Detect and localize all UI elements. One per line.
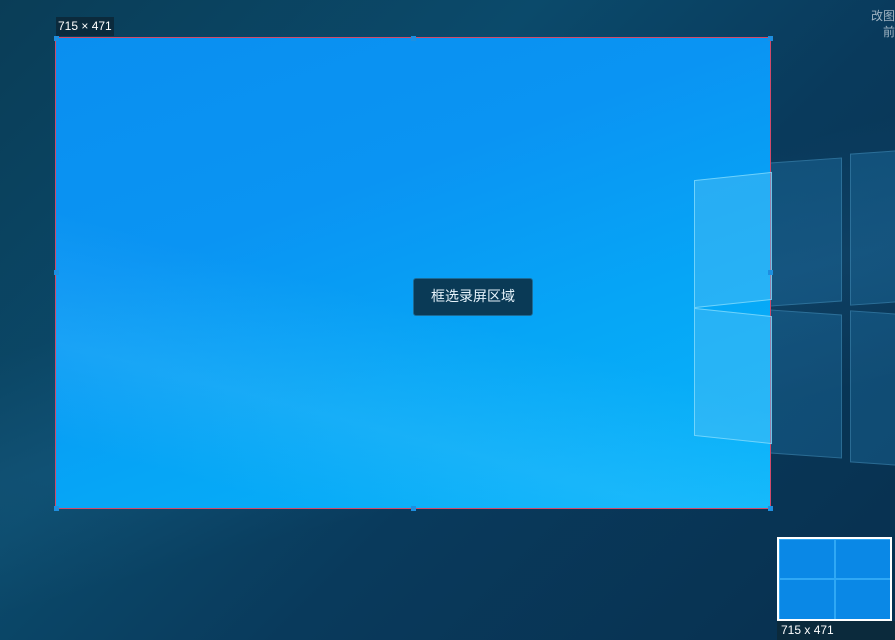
resize-handle-top-left[interactable] [54, 36, 59, 41]
resize-handle-top[interactable] [411, 36, 416, 41]
preview-pane [835, 579, 890, 619]
preview-pane [779, 579, 835, 619]
resize-handle-right[interactable] [768, 270, 773, 275]
magnifier-preview [777, 537, 892, 621]
resize-handle-left[interactable] [54, 270, 59, 275]
windows-logo-pane [850, 150, 895, 306]
select-recording-area-button[interactable]: 框选录屏区域 [413, 278, 533, 316]
top-right-text: 改图 前 [871, 8, 895, 40]
resize-handle-bottom-right[interactable] [768, 506, 773, 511]
top-right-text-line1: 改图 [870, 9, 895, 23]
preview-pane [835, 539, 890, 579]
resize-handle-top-right[interactable] [768, 36, 773, 41]
top-right-text-line2: 前 [882, 25, 895, 39]
windows-logo-pane [850, 310, 895, 466]
windows-logo-icon [770, 157, 842, 307]
selection-size-label: 715 × 471 [56, 17, 114, 36]
capture-selection-area[interactable] [55, 37, 772, 509]
windows-logo-pane [770, 309, 842, 459]
preview-pane [779, 539, 835, 579]
preview-size-label: 715 x 471 [777, 621, 895, 640]
resize-handle-bottom-left[interactable] [54, 506, 59, 511]
selection-shine [56, 38, 770, 508]
resize-handle-bottom[interactable] [411, 506, 416, 511]
windows-logo-pane-selected [694, 171, 772, 309]
windows-logo-pane-selected [694, 307, 772, 445]
